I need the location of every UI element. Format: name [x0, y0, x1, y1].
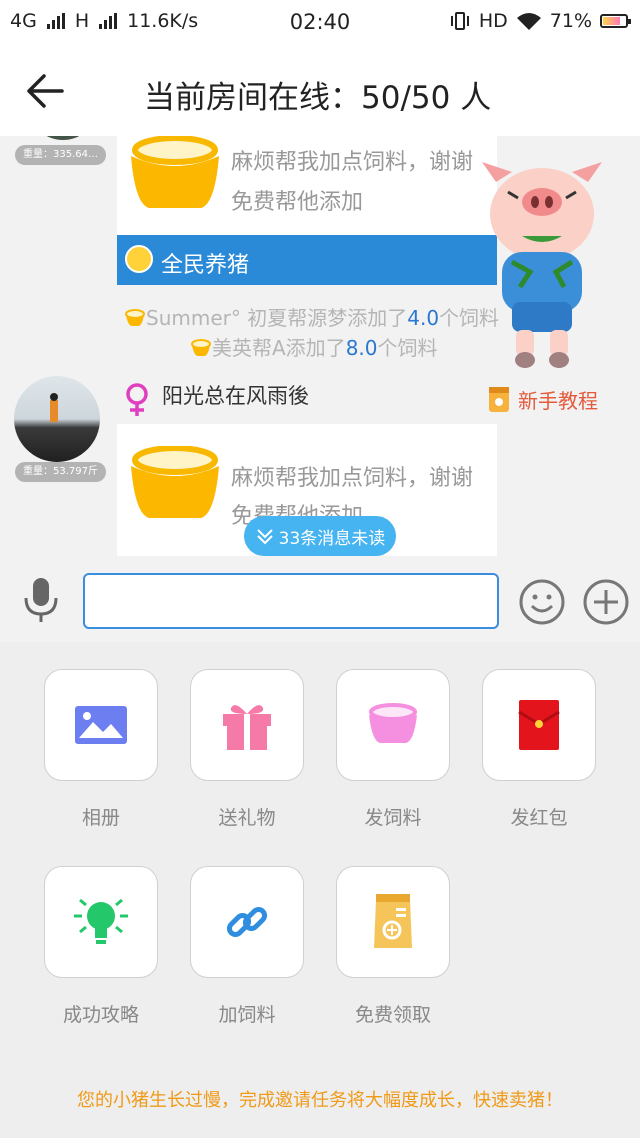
vibrate-icon — [450, 12, 469, 30]
system-text: 美英帮A添加了 — [212, 336, 346, 360]
promo-text[interactable]: 您的小猪生长过慢，完成邀请任务将大幅度成长，快速卖猪！ — [0, 1086, 640, 1112]
status-right: HD 71% — [449, 10, 631, 32]
feed-bowl-icon — [125, 309, 145, 326]
game-banner-title: 全民养猪 — [161, 253, 250, 278]
plus-circle-icon — [583, 579, 629, 625]
tool-label: 发饲料 — [364, 807, 422, 829]
pig-face-icon — [125, 245, 153, 273]
message-subtext: 免费帮他添加 — [231, 190, 364, 215]
feed-bowl-icon — [369, 703, 417, 743]
avatar[interactable] — [14, 376, 100, 462]
system-text-end: 个饲料 — [377, 336, 438, 360]
pig-sticker-icon — [482, 162, 602, 368]
female-icon — [126, 383, 148, 416]
chevron-down-icon — [256, 529, 273, 545]
chat-bubble[interactable]: 麻烦帮我加点饲料，谢谢 免费帮他添加 — [117, 136, 497, 235]
emoji-button[interactable] — [518, 578, 566, 630]
avatar-photo — [50, 393, 58, 422]
battery-icon — [600, 14, 631, 28]
tool-icon-box — [190, 669, 304, 781]
username[interactable]: 阳光总在风雨後 — [162, 380, 309, 410]
photo-album-icon — [75, 706, 127, 744]
link-icon — [226, 906, 268, 938]
tool-icon-box — [44, 669, 158, 781]
unread-messages-button[interactable]: 33条消息未读 — [244, 516, 396, 556]
tool-label: 加饲料 — [218, 1004, 276, 1026]
tool-icon-box — [44, 866, 158, 978]
battery-percent: 71% — [549, 10, 592, 32]
back-button[interactable] — [22, 66, 72, 116]
tool-add-feed[interactable]: 加饲料 — [190, 866, 304, 1027]
hd-badge: HD — [478, 10, 508, 32]
system-text: Summer° 初夏帮源梦添加了 — [146, 306, 408, 330]
tool-label: 相册 — [81, 807, 120, 829]
arrow-left-icon — [27, 74, 64, 108]
feed-bowl-icon — [131, 446, 219, 518]
system-message: 美英帮A添加了8.0个饲料 — [190, 332, 438, 361]
avatar[interactable] — [28, 136, 98, 140]
feed-bowl-icon — [191, 339, 211, 356]
tool-icon-box — [190, 866, 304, 978]
status-bar: 4G H 11.6K/s 02:40 HD 71% — [0, 0, 640, 44]
unread-label: 33条消息未读 — [278, 528, 386, 549]
tutorial-label: 新手教程 — [518, 388, 598, 413]
lightbulb-icon — [74, 898, 128, 944]
feed-amount: 4.0 — [407, 306, 440, 330]
tool-red-envelope[interactable]: 发红包 — [482, 669, 596, 830]
tool-icon-box — [336, 669, 450, 781]
message-text: 麻烦帮我加点饲料，谢谢 — [231, 150, 474, 175]
tools-panel: 相册 送礼物 发饲料 发红包 成功攻略 加饲料 免费领取 您的小猪生长过慢，完成… — [0, 642, 640, 1138]
feed-bowl-icon — [131, 136, 219, 208]
message-text: 麻烦帮我加点饲料，谢谢 — [231, 466, 474, 491]
smiley-icon — [519, 579, 565, 625]
tool-label: 免费领取 — [354, 1004, 431, 1026]
chat-area[interactable]: 重量：335.64… 麻烦帮我加点饲料，谢谢 免费帮他添加 全民养猪 Summe… — [0, 136, 640, 556]
page-title: 当前房间在线：50/50 人 — [144, 80, 492, 116]
system-message: Summer° 初夏帮源梦添加了4.0个饲料 — [124, 302, 499, 331]
feed-amount: 8.0 — [345, 336, 378, 360]
weight-tag: 重量：335.64… — [15, 145, 106, 165]
red-envelope-icon — [518, 700, 560, 750]
tool-success-guide[interactable]: 成功攻略 — [44, 866, 158, 1027]
input-bar — [0, 556, 640, 642]
weight-tag: 重量：53.797斤 — [15, 462, 106, 482]
feed-bag-icon — [374, 894, 412, 948]
tool-free-claim[interactable]: 免费领取 — [336, 866, 450, 1027]
tool-label: 成功攻略 — [62, 1004, 139, 1026]
microphone-icon — [24, 578, 58, 622]
tool-send-feed[interactable]: 发饲料 — [336, 669, 450, 830]
more-button[interactable] — [582, 578, 630, 630]
tutorial-button[interactable]: 新手教程 — [486, 384, 598, 414]
tool-send-gift[interactable]: 送礼物 — [190, 669, 304, 830]
tool-photo-album[interactable]: 相册 — [44, 669, 158, 830]
gift-icon — [223, 705, 271, 750]
voice-button[interactable] — [22, 576, 60, 628]
message-input[interactable] — [83, 573, 499, 629]
tool-icon-box — [336, 866, 450, 978]
game-banner[interactable]: 全民养猪 — [117, 235, 497, 285]
header: 当前房间在线：50/50 人 — [0, 44, 640, 136]
feed-bag-icon — [489, 387, 509, 412]
tool-label: 送礼物 — [218, 807, 276, 829]
wifi-icon — [516, 13, 541, 30]
tool-icon-box — [482, 669, 596, 781]
tool-label: 发红包 — [510, 807, 568, 829]
